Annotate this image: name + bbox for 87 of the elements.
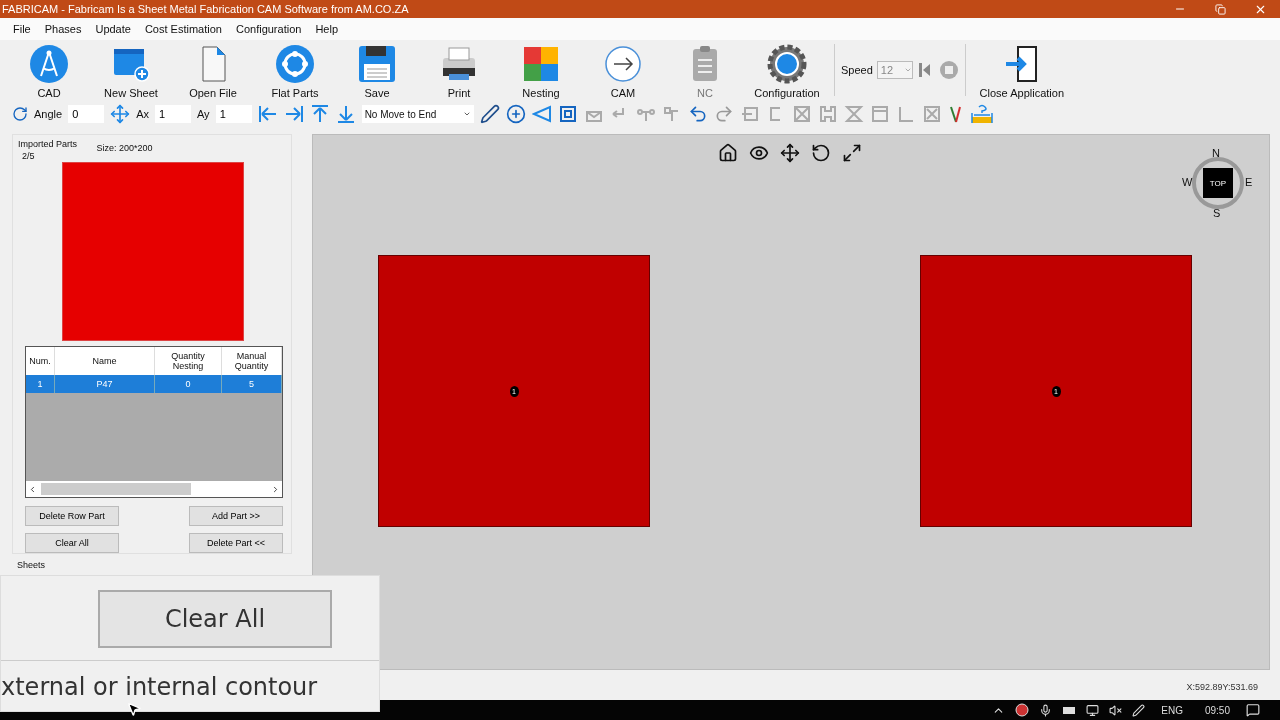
pen-icon[interactable]	[479, 104, 500, 124]
toolbar-button[interactable]: Nesting	[500, 44, 582, 100]
menu-item[interactable]: Update	[88, 23, 138, 35]
compass-icon	[29, 44, 69, 84]
align-bottom-icon[interactable]	[335, 104, 356, 124]
table-cell: 5	[222, 374, 282, 393]
compass-direction: S	[1213, 207, 1221, 219]
part-button[interactable]: Delete Row Part	[25, 506, 119, 526]
fullscreen-icon[interactable]	[842, 143, 862, 163]
ay-label: Ay	[197, 108, 210, 120]
pan-icon[interactable]	[780, 143, 800, 163]
table-cell: P47	[55, 374, 155, 393]
nested-shapes-icon[interactable]	[557, 104, 578, 124]
angle-label: Angle	[34, 108, 63, 120]
rotate-icon[interactable]	[811, 143, 831, 163]
menu-item[interactable]: Help	[308, 23, 345, 35]
toolbar-button[interactable]: CAD	[8, 44, 90, 100]
toolbar-button[interactable]: Configuration	[746, 44, 828, 100]
frame-icon[interactable]	[869, 104, 890, 124]
toolbar-button[interactable]: Save	[336, 44, 418, 100]
input-language[interactable]: ENG	[1161, 704, 1183, 716]
compass-direction: W	[1182, 176, 1193, 188]
ay-field[interactable]: 1	[215, 105, 252, 123]
toolbar-button[interactable]: CAM	[582, 44, 664, 100]
angle-field[interactable]: 0	[68, 105, 105, 123]
column-header[interactable]: Name	[55, 346, 155, 375]
clear-all-button[interactable]: Clear All	[98, 590, 332, 648]
toolbar-button[interactable]: New Sheet	[90, 44, 172, 100]
ring-icon	[275, 44, 315, 84]
part-button[interactable]: Clear All	[25, 533, 119, 553]
scroll-left-icon[interactable]	[28, 484, 37, 494]
triangle-icon[interactable]	[531, 104, 552, 124]
delete-box-icon[interactable]	[921, 104, 942, 124]
column-header[interactable]: Num.	[26, 346, 55, 375]
cursor-coordinates: X:592.89Y:531.69	[1186, 682, 1258, 692]
undo-icon[interactable]	[687, 104, 708, 124]
crossed-box-icon[interactable]	[791, 104, 812, 124]
align-top-icon[interactable]	[309, 104, 330, 124]
home-icon[interactable]	[718, 143, 738, 163]
group-title: Sheets	[17, 560, 47, 570]
caption-text: xternal or internal contour	[1, 673, 318, 701]
network-icon[interactable]	[1086, 703, 1100, 717]
align-left-icon[interactable]	[257, 104, 278, 124]
part-button[interactable]: Delete Part <<	[189, 533, 283, 553]
puzzle-icon	[521, 44, 561, 84]
eye-icon[interactable]	[749, 143, 769, 163]
column-header[interactable]: Quantity Nesting	[155, 346, 222, 375]
h-shape-icon[interactable]	[817, 104, 838, 124]
compass-direction: N	[1212, 147, 1220, 159]
toolbar-button[interactable]: Print	[418, 44, 500, 100]
column-header[interactable]: Manual Quantity	[222, 346, 282, 375]
part-button[interactable]: Add Part >>	[189, 506, 283, 526]
line-pair-icon[interactable]	[947, 104, 964, 124]
gear-icon	[767, 44, 807, 84]
mute-icon[interactable]	[1109, 703, 1123, 717]
window-title: FABRICAM - Fabricam Is a Sheet Metal Fabrication CAM Software from AM.CO.ZA	[2, 3, 410, 15]
toolbar-button[interactable]: Open File	[172, 44, 254, 100]
add-icon[interactable]	[505, 104, 526, 124]
part-size: Size: 200*200	[96, 143, 153, 153]
horizontal-scrollbar[interactable]	[26, 481, 282, 497]
view-face: TOP	[1203, 168, 1233, 198]
menu-item[interactable]: Cost Estimation	[137, 23, 229, 35]
move-icon[interactable]	[110, 104, 131, 124]
align-right-icon[interactable]	[283, 104, 304, 124]
ax-field[interactable]: 1	[155, 105, 191, 123]
group-title: Imported Parts	[18, 139, 78, 149]
menu-item[interactable]: File	[6, 23, 38, 35]
table-cell: 0	[155, 374, 222, 393]
ax-label: Ax	[136, 108, 149, 120]
menu-item[interactable]: Configuration	[228, 23, 309, 35]
notifications-icon[interactable]	[1246, 703, 1260, 717]
hourglass-icon[interactable]	[843, 104, 864, 124]
move-mode-dropdown[interactable]: No Move to End	[361, 105, 474, 123]
part-counter: 2/5	[22, 151, 35, 161]
speed-label: Speed	[841, 64, 873, 76]
insert-icon[interactable]	[739, 104, 760, 124]
menu-item[interactable]: Phases	[37, 23, 89, 35]
close-application-button[interactable]: Close Application	[971, 44, 1072, 100]
measure-help-icon[interactable]	[969, 103, 994, 125]
stop-icon[interactable]	[938, 60, 959, 80]
clock[interactable]: 09:50	[1204, 704, 1230, 716]
arrow-circle-icon	[603, 44, 643, 84]
microphone-icon[interactable]	[1039, 703, 1053, 717]
toolbar-button[interactable]: Flat Parts	[254, 44, 336, 100]
scroll-right-icon[interactable]	[271, 484, 280, 494]
compass-direction: E	[1245, 176, 1253, 188]
table-cell: 1	[26, 374, 55, 393]
